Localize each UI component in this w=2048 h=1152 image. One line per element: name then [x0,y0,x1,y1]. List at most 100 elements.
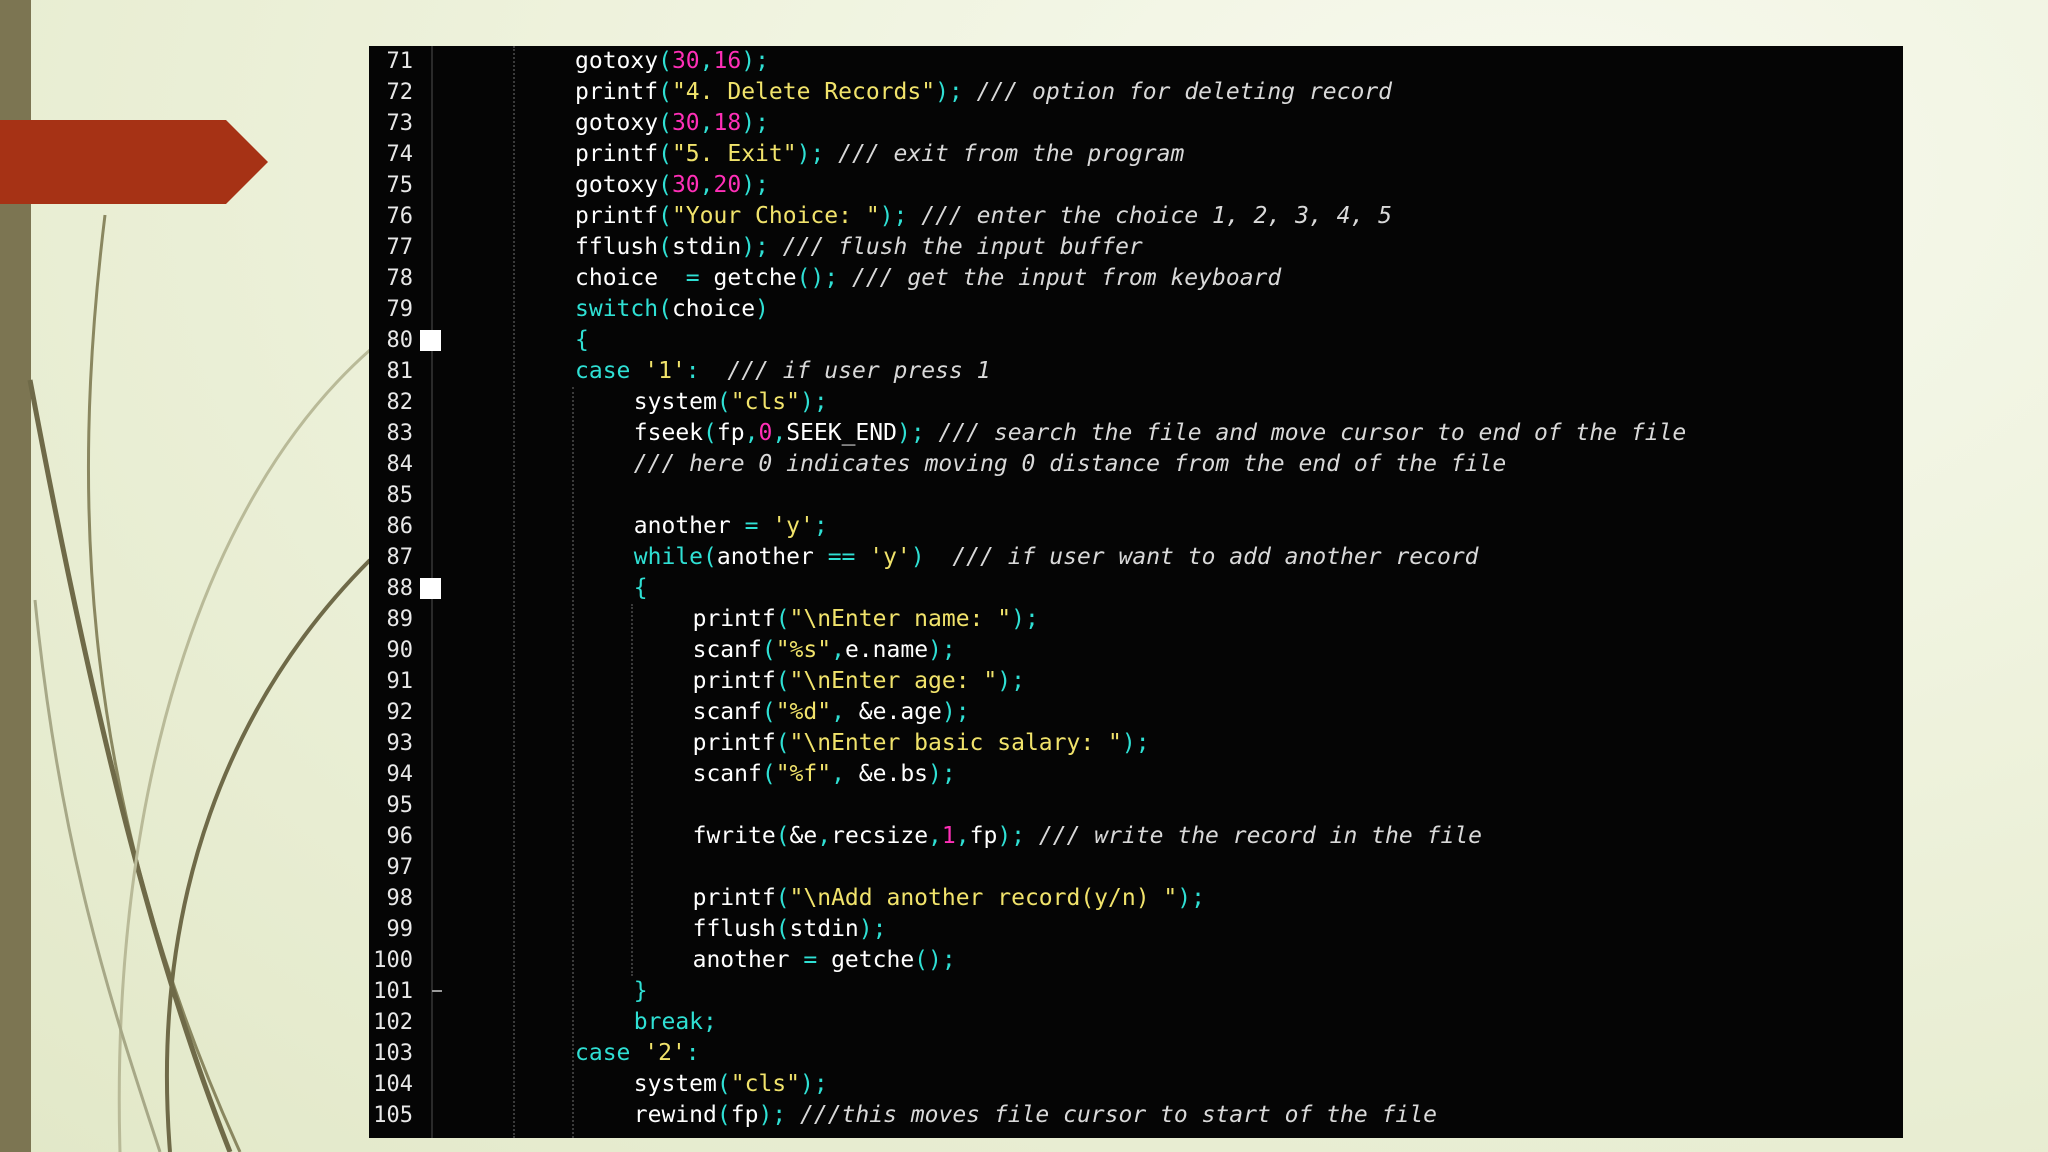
code-text: { [575,325,589,356]
code-text: } [634,976,648,1007]
code-token: ); [800,1071,828,1097]
line-number: 102 [373,1010,413,1035]
code-line: 81 case '1': /// if user press 1 [369,356,1903,387]
code-token: /// if user press 1 [727,358,991,384]
code-token: ); [741,110,769,136]
fold-toggle-icon[interactable] [420,578,441,599]
code-token: , [928,823,942,849]
code-token: while [633,544,704,570]
line-number: 76 [386,204,414,229]
code-text: fseek(fp,0,SEEK_END); /// search the fil… [634,418,1686,449]
code-token: : [685,1040,700,1066]
code-token: printf [692,730,776,756]
code-token: fp [730,1102,759,1128]
code-line: 94 scanf("%f", &e.bs); [369,759,1903,790]
code-token: /// if user want to add another record [952,544,1479,570]
code-line: 74 printf("5. Exit"); /// exit from the p… [369,139,1903,170]
code-text: { [634,573,648,604]
line-number: 96 [386,824,414,849]
line-number: 84 [386,452,414,477]
code-text: while(another == 'y') /// if user want t… [634,542,1479,573]
code-token: , [831,637,845,663]
code-token: '2' [644,1040,686,1066]
code-line: 96 fwrite(&e,recsize,1,fp); /// write the… [369,821,1903,852]
code-token: , [831,761,859,787]
code-line: 92 scanf("%d", &e.age); [369,697,1903,728]
code-token: /// option for deleting record [976,79,1393,105]
code-text: fwrite(&e,recsize,1,fp); /// write the r… [693,821,1482,852]
line-number: 71 [386,49,414,74]
code-line: 100 another = getche(); [369,945,1903,976]
code-text: printf("\nEnter age: "); [693,666,1025,697]
line-number: 88 [386,576,414,601]
code-token: scanf [692,699,762,725]
code-line: 105 rewind(fp); ///this moves file cursor… [369,1100,1903,1131]
decor-curve-4 [117,348,371,1152]
code-token: 16 [713,48,742,74]
code-text: printf("5. Exit"); /// exit from the pro… [575,139,1184,170]
code-token: { [633,575,648,601]
code-token: ( [658,203,672,229]
code-token: ); [896,420,939,446]
code-line: 84 /// here 0 indicates moving 0 distance… [369,449,1903,480]
code-token: , [699,110,714,136]
code-text: gotoxy(30,20); [575,170,769,201]
code-token: /// get the input from keyboard [851,265,1282,291]
line-number: 90 [386,638,414,663]
code-token: another [716,544,828,570]
code-line: 79 switch(choice) [369,294,1903,325]
decor-curve-2 [27,379,233,1152]
line-number: 94 [386,762,414,787]
fold-end-icon [432,990,442,992]
code-token: 'y' [869,544,911,570]
code-token: ); [741,48,769,74]
code-line: 104 system("cls"); [369,1069,1903,1100]
code-token: 30 [671,110,700,136]
code-token: = [685,265,714,291]
code-token: /// here 0 indicates moving 0 distance f… [633,451,1507,477]
code-token: ); [928,761,956,787]
code-token: ); [1177,885,1205,911]
code-line: 103 case '2': [369,1038,1903,1069]
code-text: printf("4. Delete Records"); /// option … [575,77,1392,108]
line-number: 85 [386,483,414,508]
code-line: 75 gotoxy(30,20); [369,170,1903,201]
code-line: 80 { [369,325,1903,356]
code-token: choice [671,296,756,322]
line-number: 101 [373,979,413,1004]
code-token: (); [796,265,852,291]
code-token: ); [935,79,977,105]
code-token: getche [713,265,797,291]
line-number: 82 [386,390,414,415]
code-token: = [744,513,773,539]
code-token: ( [761,637,776,663]
code-token: ( [658,296,672,322]
code-token: fp [969,823,998,849]
code-line: 86 another = 'y'; [369,511,1903,542]
code-token: , [699,48,714,74]
code-line: 91 printf("\nEnter age: "); [369,666,1903,697]
code-token: printf [692,668,776,694]
code-text: switch(choice) [575,294,769,325]
code-token: /// write the record in the file [1038,823,1482,849]
code-line: 101} [369,976,1903,1007]
fold-toggle-icon[interactable] [420,330,441,351]
line-number: 95 [386,793,414,818]
code-token: "\nEnter name: " [789,606,1012,632]
code-token: ); [796,141,839,167]
code-token: printf [575,203,659,229]
code-token: fwrite [692,823,776,849]
code-token: ); [997,823,1039,849]
code-token: "%s" [775,637,832,663]
code-token: ); [758,1102,800,1128]
code-token: recsize [831,823,929,849]
code-token: ); [928,637,956,663]
code-token: ( [658,141,672,167]
code-token: ( [775,916,790,942]
code-token: ( [658,172,672,198]
code-editor-panel: 71 gotoxy(30,16); 72 printf("4. Delete Reco… [369,46,1903,1138]
code-token: scanf [692,761,762,787]
code-text: fflush(stdin); [693,914,887,945]
line-number: 104 [373,1072,413,1097]
code-text: printf("\nEnter name: "); [693,604,1039,635]
